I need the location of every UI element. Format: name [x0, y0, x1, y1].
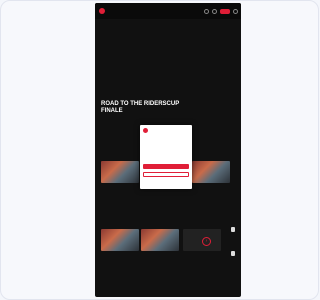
video-thumbnail[interactable]	[141, 229, 179, 251]
live-button[interactable]	[220, 8, 230, 14]
dialog-brand	[143, 128, 149, 133]
side-badge-icon	[231, 227, 235, 232]
brand-logo-icon	[143, 128, 148, 133]
video-card[interactable]	[101, 161, 139, 183]
video-thumbnail[interactable]	[101, 229, 139, 251]
consent-dialog	[140, 125, 192, 189]
user-icon[interactable]	[212, 8, 217, 14]
side-badge-icon	[231, 251, 235, 256]
hero-title: ROAD TO THE RIDERSCUP FINALE	[101, 101, 180, 114]
top-navigation-bar	[95, 3, 241, 19]
video-card[interactable]	[101, 229, 139, 251]
video-card[interactable]	[141, 229, 179, 251]
brand-logo[interactable]	[99, 8, 105, 14]
search-icon[interactable]	[204, 8, 209, 14]
video-card[interactable]	[192, 161, 230, 183]
carousel-next-icon[interactable]: ›	[202, 237, 211, 246]
menu-icon[interactable]	[233, 8, 238, 14]
mobile-page: ROAD TO THE RIDERSCUP FINALE ›	[95, 3, 241, 297]
manage-button[interactable]	[143, 172, 189, 177]
accept-button[interactable]	[143, 164, 189, 169]
video-thumbnail[interactable]	[101, 161, 139, 183]
video-thumbnail[interactable]	[192, 161, 230, 183]
